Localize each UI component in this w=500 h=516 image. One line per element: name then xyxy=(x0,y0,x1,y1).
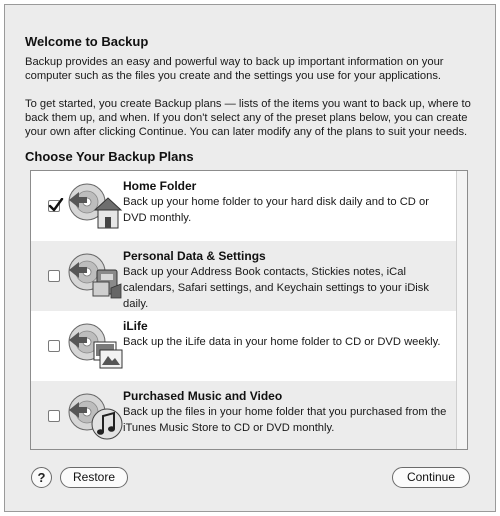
music-video-icon xyxy=(68,393,123,440)
intro-paragraph-2: To get started, you create Backup plans … xyxy=(25,98,471,138)
personal-data-icon xyxy=(68,253,122,299)
ilife-icon xyxy=(68,323,123,369)
plan-description: Back up your home folder to your hard di… xyxy=(123,196,429,224)
restore-button[interactable]: Restore xyxy=(60,467,128,488)
plan-name: Purchased Music and Video xyxy=(123,389,283,403)
plan-row-personal-data[interactable]: Personal Data & Settings Back up your Ad… xyxy=(31,241,457,311)
plan-description: Back up your Address Book contacts, Stic… xyxy=(123,266,429,310)
plan-row-ilife[interactable]: iLife Back up the iLife data in your hom… xyxy=(31,311,457,381)
home-folder-icon xyxy=(68,183,123,229)
plan-row-music-video[interactable]: Purchased Music and Video Back up the fi… xyxy=(31,381,457,449)
plan-checkbox-home-folder[interactable] xyxy=(48,198,64,212)
intro-text: Backup provides an easy and powerful way… xyxy=(25,55,475,153)
plan-name: Personal Data & Settings xyxy=(123,249,266,263)
plan-row-home-folder[interactable]: Home Folder Back up your home folder to … xyxy=(31,171,457,241)
help-button[interactable]: ? xyxy=(31,467,52,488)
plan-name: iLife xyxy=(123,319,148,333)
plans-section-title: Choose Your Backup Plans xyxy=(25,149,194,164)
plans-scrollbar[interactable] xyxy=(456,171,467,449)
checkmark-icon xyxy=(48,198,64,212)
plan-checkbox-personal-data[interactable] xyxy=(48,270,60,282)
continue-button[interactable]: Continue xyxy=(392,467,470,488)
intro-paragraph-1: Backup provides an easy and powerful way… xyxy=(25,56,444,82)
plan-checkbox-music-video[interactable] xyxy=(48,410,60,422)
plan-description: Back up the iLife data in your home fold… xyxy=(123,336,441,348)
dialog-title: Welcome to Backup xyxy=(25,34,149,49)
plan-description: Back up the files in your home folder th… xyxy=(123,406,447,434)
plan-checkbox-ilife[interactable] xyxy=(48,340,60,352)
plans-list: Home Folder Back up your home folder to … xyxy=(30,170,468,450)
plan-name: Home Folder xyxy=(123,179,197,193)
